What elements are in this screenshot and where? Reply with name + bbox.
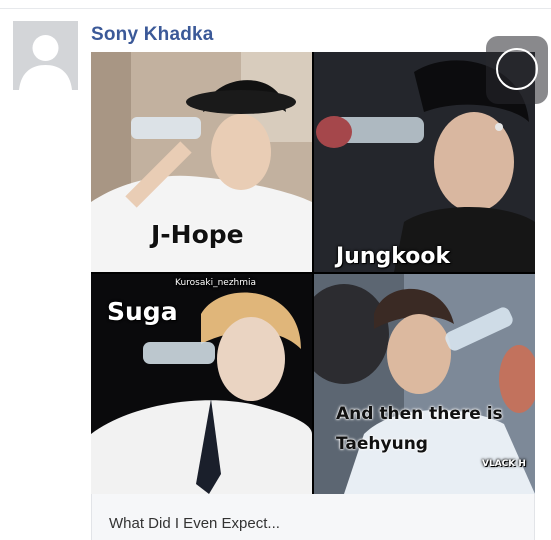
collage-panel-suga: Kurosaki_nezhmia Suga — [91, 274, 312, 494]
jungkook-caption: Jungkook — [336, 244, 451, 269]
taehyung-caption-line2: Taehyung — [336, 434, 428, 454]
collage-panel-jhope: J-Hope — [91, 52, 312, 272]
post-caption: What Did I Even Expect... — [109, 515, 280, 532]
post-author-name[interactable]: Sony Khadka — [91, 24, 214, 46]
circle-ring — [496, 48, 538, 90]
top-divider — [0, 8, 551, 9]
suga-caption: Suga — [107, 297, 178, 326]
meme-image[interactable]: J-Hope Jungkook Kurosaki_nezhmia Suga An… — [91, 52, 535, 494]
taehyung-caption-line1: And then there is — [336, 404, 503, 424]
suga-watermark: Kurosaki_nezhmia — [175, 278, 257, 288]
jhope-caption: J-Hope — [151, 220, 244, 249]
taehyung-watermark: VLACK H — [482, 459, 526, 469]
collage-panel-taehyung: And then there is Taehyung VLACK H — [314, 274, 535, 494]
post-caption-bar: What Did I Even Expect... — [91, 494, 535, 540]
circle-button-icon[interactable] — [486, 36, 548, 104]
default-avatar-icon[interactable] — [13, 21, 78, 90]
